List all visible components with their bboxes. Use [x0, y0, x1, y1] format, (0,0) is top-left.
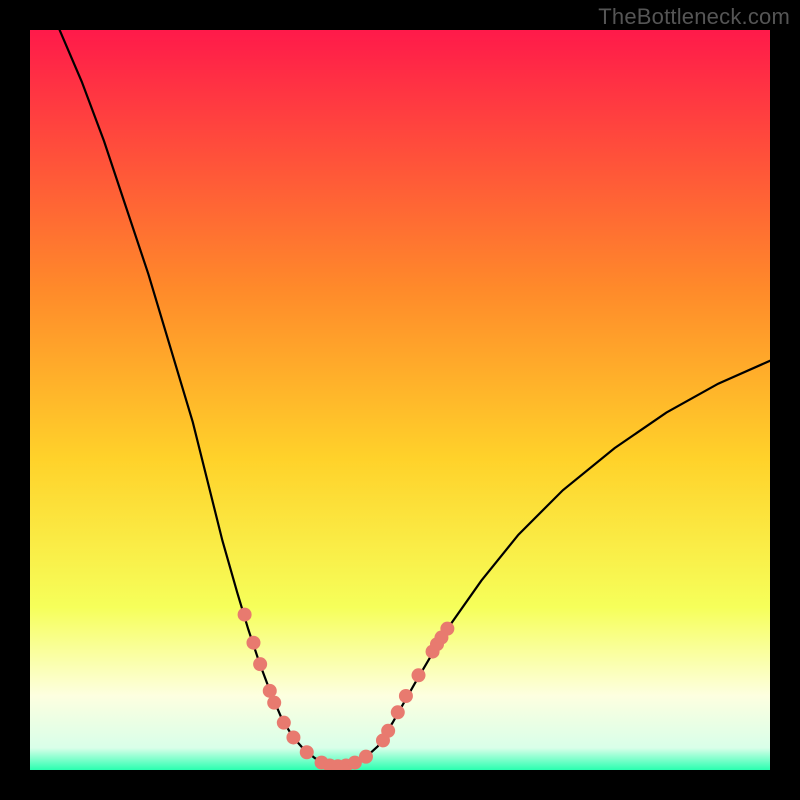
- data-marker: [300, 745, 314, 759]
- data-marker: [238, 608, 252, 622]
- data-marker: [440, 622, 454, 636]
- gradient-background: [30, 30, 770, 770]
- data-marker: [246, 636, 260, 650]
- data-marker: [277, 716, 291, 730]
- data-marker: [359, 750, 373, 764]
- data-marker: [267, 696, 281, 710]
- chart-frame: TheBottleneck.com: [0, 0, 800, 800]
- data-marker: [412, 668, 426, 682]
- data-marker: [286, 730, 300, 744]
- data-marker: [399, 689, 413, 703]
- data-marker: [381, 724, 395, 738]
- data-marker: [391, 705, 405, 719]
- data-marker: [253, 657, 267, 671]
- watermark-text: TheBottleneck.com: [598, 4, 790, 30]
- bottleneck-chart: [30, 30, 770, 770]
